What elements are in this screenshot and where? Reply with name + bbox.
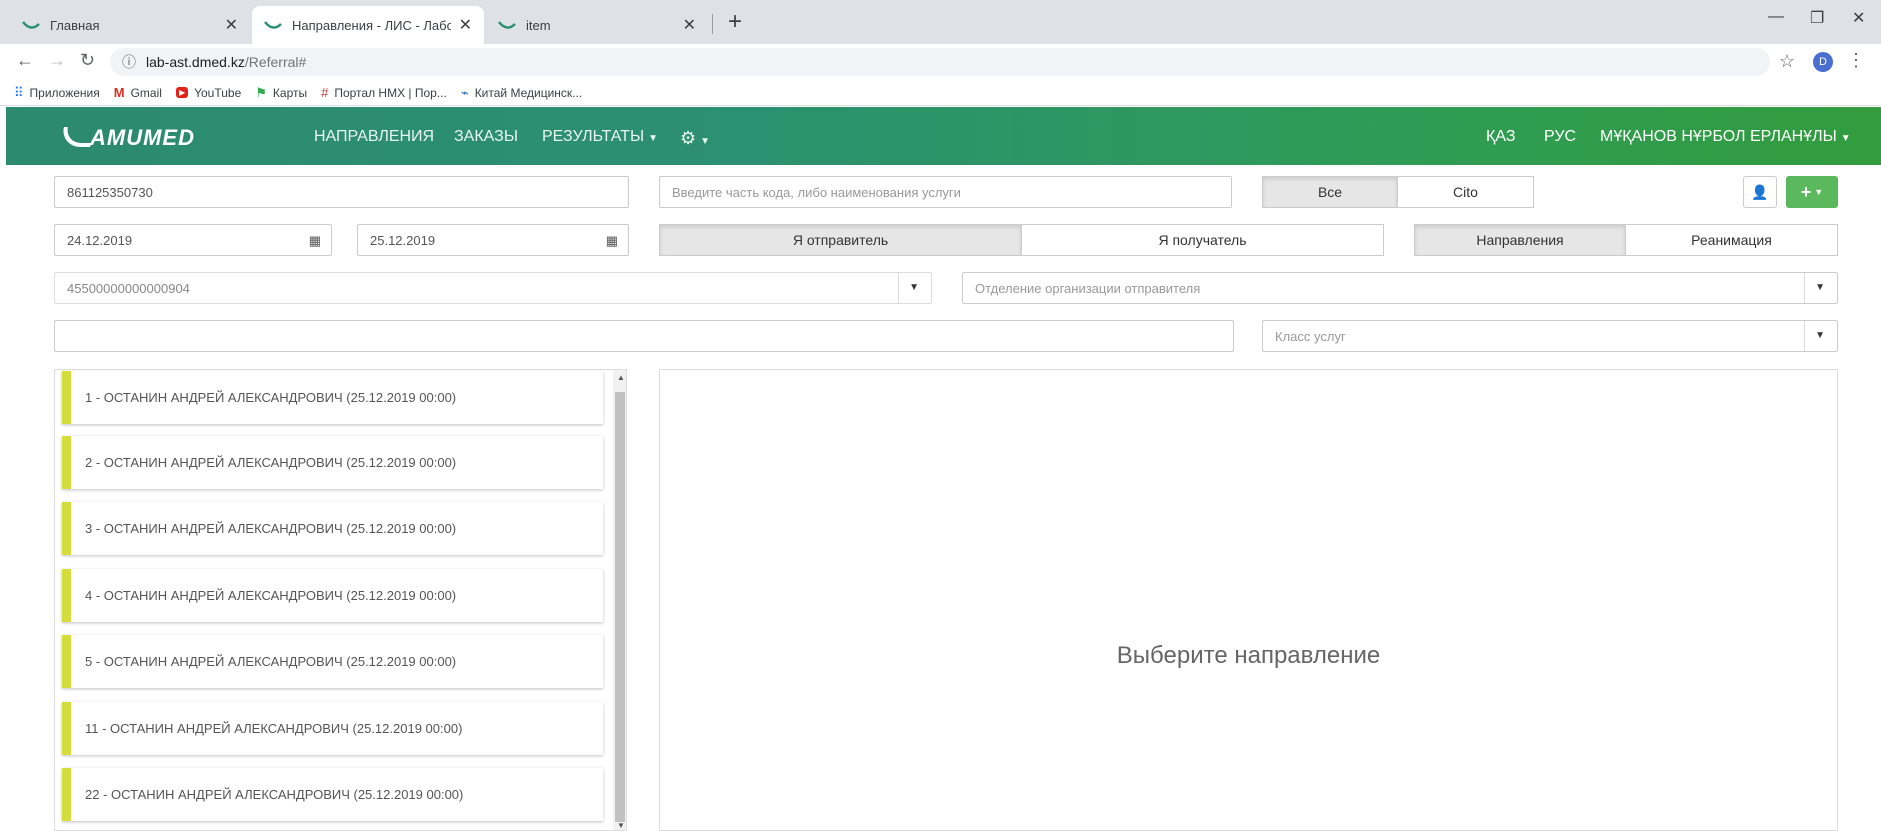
chevron-down-icon: ▼ bbox=[648, 133, 659, 144]
calendar-icon[interactable]: ▦ bbox=[309, 233, 321, 249]
apps-grid-icon: ⠿ bbox=[14, 84, 24, 100]
back-arrow-icon[interactable]: ← bbox=[16, 50, 34, 71]
referral-item[interactable]: 1 - ОСТАНИН АНДРЕЙ АЛЕКСАНДРОВИЧ (25.12.… bbox=[62, 371, 603, 424]
calendar-icon[interactable]: ▦ bbox=[606, 233, 618, 249]
scrollbar-thumb[interactable] bbox=[615, 392, 625, 822]
maps-icon: ⚑ bbox=[255, 84, 267, 100]
browser-tab-bar: Главная ✕ Направления - ЛИС - Лаборато ✕… bbox=[0, 0, 1881, 44]
user-menu[interactable]: МҰҚАНОВ НҰРБОЛ ЕРЛАНҰЛЫ ▼ bbox=[1600, 128, 1851, 146]
role-sender-button[interactable]: Я отправитель bbox=[659, 224, 1022, 256]
logo-d-mark bbox=[60, 127, 94, 147]
extra-filter-input[interactable] bbox=[54, 320, 1234, 352]
close-tab-icon[interactable]: ✕ bbox=[683, 15, 696, 35]
chevron-down-icon: ▼ bbox=[1840, 133, 1851, 144]
lang-kz[interactable]: ҚАЗ bbox=[1486, 128, 1515, 146]
restore-icon[interactable]: ❐ bbox=[1810, 8, 1824, 28]
minimize-icon[interactable]: — bbox=[1768, 8, 1784, 26]
browser-tab[interactable]: item ✕ bbox=[486, 6, 708, 44]
nav-settings[interactable]: ⚙ ▼ bbox=[680, 128, 710, 149]
list-scrollbar[interactable]: ▲ ▼ bbox=[613, 370, 626, 830]
bookmark-maps[interactable]: ⚑ Карты bbox=[255, 85, 307, 101]
patient-search-input[interactable]: 861125350730 bbox=[54, 176, 629, 208]
service-class-select[interactable]: Класс услуг ▼ bbox=[1262, 320, 1838, 352]
bookmarks-bar: ⠿ Приложения M Gmail ▶ YouTube ⚑ Карты # Порт… bbox=[0, 80, 1881, 106]
plus-icon: + bbox=[1800, 181, 1812, 202]
url-field[interactable]: ⓘ lab-ast.dmed.kz/Referral# bbox=[110, 48, 1770, 76]
select-divider bbox=[898, 273, 899, 303]
organization-select[interactable]: 45500000000000904 ▼ bbox=[54, 272, 932, 304]
add-button[interactable]: + ▼ bbox=[1786, 176, 1838, 208]
browser-tab-active[interactable]: Направления - ЛИС - Лаборато ✕ bbox=[252, 6, 484, 44]
scroll-up-icon[interactable]: ▲ bbox=[617, 373, 625, 382]
address-bar: ← → ↻ ⓘ lab-ast.dmed.kz/Referral# ☆ D ⋮ bbox=[0, 44, 1881, 80]
url-host: lab-ast.dmed.kz bbox=[146, 54, 245, 70]
browser-tab[interactable]: Главная ✕ bbox=[10, 6, 250, 44]
service-search-input[interactable]: Введите часть кода, либо наименования ус… bbox=[659, 176, 1232, 208]
referral-list: 1 - ОСТАНИН АНДРЕЙ АЛЕКСАНДРОВИЧ (25.12.… bbox=[54, 369, 627, 831]
youtube-icon: ▶ bbox=[175, 87, 189, 98]
portal-icon: # bbox=[321, 85, 329, 100]
priority-cito-button[interactable]: Cito bbox=[1397, 176, 1534, 208]
referral-item[interactable]: 11 - ОСТАНИН АНДРЕЙ АЛЕКСАНДРОВИЧ (25.12… bbox=[62, 702, 603, 755]
role-receiver-button[interactable]: Я получатель bbox=[1021, 224, 1384, 256]
url-path: /Referral# bbox=[244, 54, 307, 70]
bookmark-china-med[interactable]: ⌁ Китай Медицинск... bbox=[461, 85, 582, 101]
menu-kebab-icon[interactable]: ⋮ bbox=[1847, 50, 1865, 71]
scroll-down-icon[interactable]: ▼ bbox=[617, 821, 625, 830]
profile-avatar[interactable]: D bbox=[1813, 52, 1833, 72]
damumed-favicon-icon bbox=[264, 21, 282, 29]
bookmark-gmail[interactable]: M Gmail bbox=[114, 85, 162, 100]
forward-arrow-icon[interactable]: → bbox=[48, 50, 66, 71]
damumed-favicon-icon bbox=[22, 21, 40, 29]
bookmark-star-icon[interactable]: ☆ bbox=[1779, 51, 1795, 72]
user-icon: 👤 bbox=[1751, 183, 1769, 200]
tab-divider bbox=[712, 14, 713, 34]
damumed-logo[interactable]: AMUMED bbox=[60, 125, 195, 151]
bookmark-apps[interactable]: ⠿ Приложения bbox=[14, 85, 100, 101]
gear-icon: ⚙ bbox=[680, 128, 697, 148]
referral-item[interactable]: 22 - ОСТАНИН АНДРЕЙ АЛЕКСАНДРОВИЧ (25.12… bbox=[62, 768, 603, 821]
app-navbar: AMUMED НАПРАВЛЕНИЯ ЗАКАЗЫ РЕЗУЛЬТАТЫ ▼ ⚙ ▼… bbox=[6, 107, 1881, 165]
referral-item[interactable]: 2 - ОСТАНИН АНДРЕЙ АЛЕКСАНДРОВИЧ (25.12.… bbox=[62, 436, 603, 489]
select-divider bbox=[1804, 273, 1805, 303]
china-med-icon: ⌁ bbox=[460, 84, 469, 100]
type-referrals-button[interactable]: Направления bbox=[1414, 224, 1626, 256]
chevron-down-icon: ▼ bbox=[700, 136, 711, 147]
date-from-input[interactable]: 24.12.2019 ▦ bbox=[54, 224, 332, 256]
lang-ru[interactable]: РУС bbox=[1544, 128, 1576, 146]
bookmark-portal[interactable]: # Портал НМХ | Пор... bbox=[321, 85, 447, 100]
chevron-down-icon: ▼ bbox=[1815, 330, 1825, 341]
damumed-favicon-icon bbox=[498, 21, 516, 29]
info-icon[interactable]: ⓘ bbox=[122, 52, 136, 72]
department-select[interactable]: Отделение организации отправителя ▼ bbox=[962, 272, 1838, 304]
chevron-down-icon: ▼ bbox=[1814, 187, 1824, 197]
close-tab-icon[interactable]: ✕ bbox=[459, 15, 472, 35]
referral-item[interactable]: 4 - ОСТАНИН АНДРЕЙ АЛЕКСАНДРОВИЧ (25.12.… bbox=[62, 569, 603, 622]
nav-orders[interactable]: ЗАКАЗЫ bbox=[454, 128, 518, 146]
close-tab-icon[interactable]: ✕ bbox=[225, 15, 238, 35]
chevron-down-icon: ▼ bbox=[909, 282, 919, 293]
referral-item[interactable]: 3 - ОСТАНИН АНДРЕЙ АЛЕКСАНДРОВИЧ (25.12.… bbox=[62, 502, 603, 555]
bookmark-youtube[interactable]: ▶ YouTube bbox=[175, 86, 241, 100]
gmail-icon: M bbox=[113, 85, 125, 100]
select-divider bbox=[1804, 321, 1805, 351]
type-reanimation-button[interactable]: Реанимация bbox=[1625, 224, 1838, 256]
date-to-input[interactable]: 25.12.2019 ▦ bbox=[357, 224, 629, 256]
new-tab-icon[interactable]: + bbox=[728, 10, 742, 34]
nav-referrals[interactable]: НАПРАВЛЕНИЯ bbox=[314, 128, 434, 146]
nav-results[interactable]: РЕЗУЛЬТАТЫ ▼ bbox=[542, 128, 658, 146]
reload-icon[interactable]: ↻ bbox=[80, 50, 95, 71]
priority-all-button[interactable]: Все bbox=[1262, 176, 1398, 208]
empty-state-message: Выберите направление bbox=[1116, 642, 1381, 669]
chevron-down-icon: ▼ bbox=[1815, 282, 1825, 293]
window-close-icon[interactable]: ✕ bbox=[1852, 8, 1865, 28]
patient-button[interactable]: 👤 bbox=[1743, 176, 1777, 208]
referral-detail-panel: Выберите направление bbox=[659, 369, 1838, 831]
referral-item[interactable]: 5 - ОСТАНИН АНДРЕЙ АЛЕКСАНДРОВИЧ (25.12.… bbox=[62, 635, 603, 688]
